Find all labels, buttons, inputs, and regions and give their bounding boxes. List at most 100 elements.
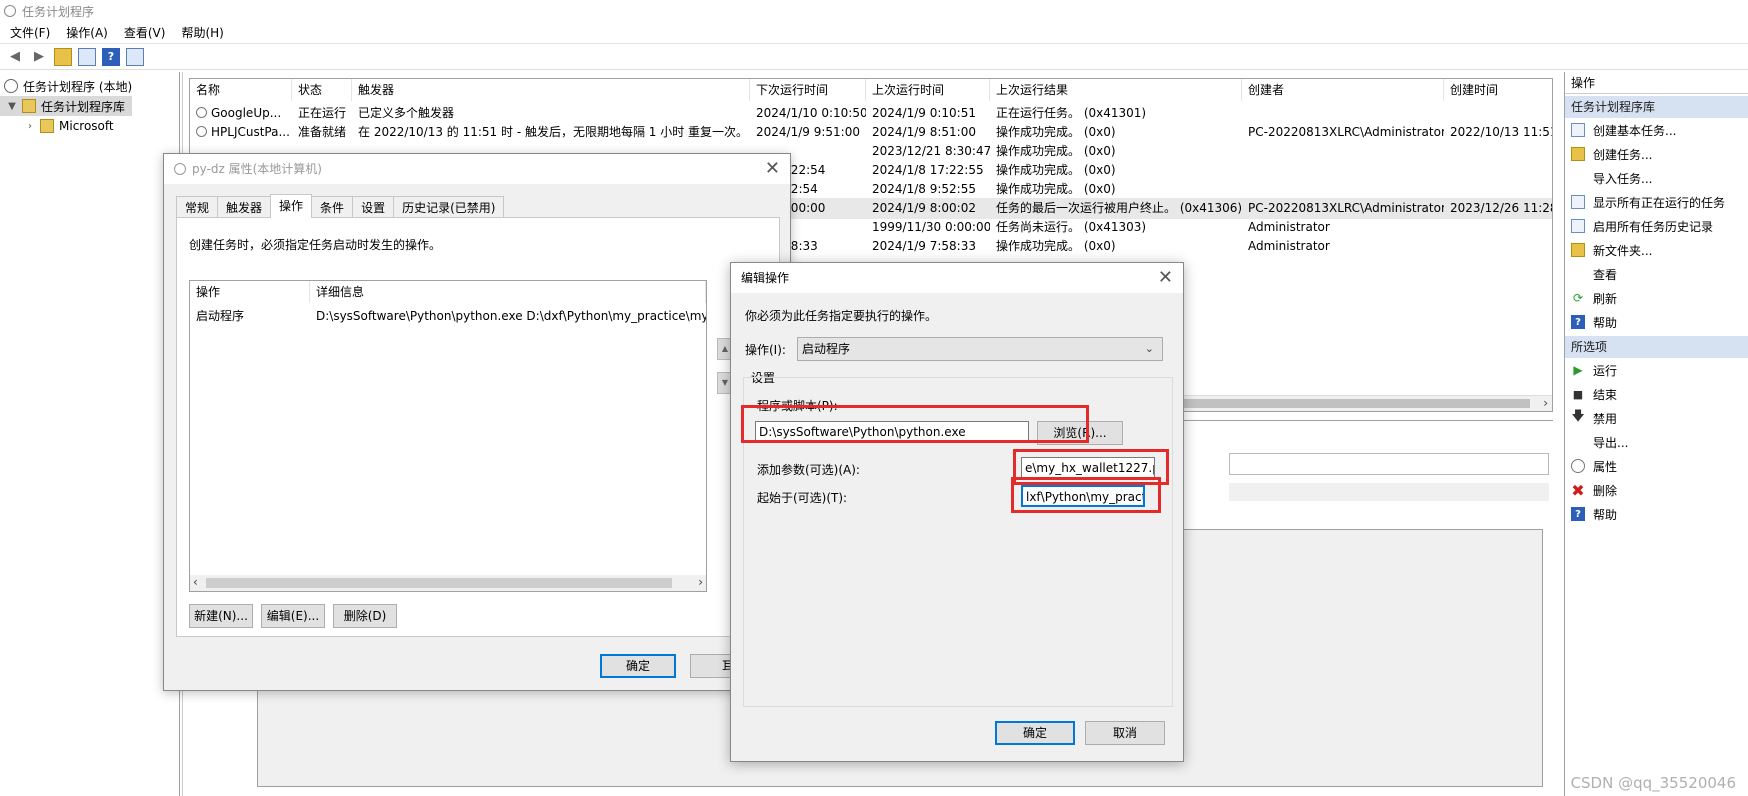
tab-general[interactable]: 常规 [176, 196, 219, 218]
col-next-run[interactable]: 下次运行时间 [750, 79, 866, 101]
table-cell-text: 操作成功完成。 (0x0) [996, 239, 1116, 253]
help-icon: ? [1571, 315, 1585, 329]
action-end[interactable]: ■ 结束 [1565, 382, 1748, 406]
list-item[interactable]: 启动程序 D:\sysSoftware\Python\python.exe D:… [190, 305, 706, 327]
action-view[interactable]: 查看 [1565, 262, 1748, 286]
action-help[interactable]: ? 帮助 [1565, 310, 1748, 334]
action-delete[interactable]: ✖ 删除 [1565, 478, 1748, 502]
task-clock-icon [196, 126, 207, 137]
tab-settings[interactable]: 设置 [352, 196, 395, 218]
table-cell [1444, 236, 1552, 257]
table-cell: 2024/1/9 8:51:00 [866, 122, 990, 143]
clock-icon [174, 163, 186, 175]
table-cell-text: 任务尚未运行。 (0x41303) [996, 220, 1147, 234]
tree-root[interactable]: 任务计划程序 (本地) [0, 76, 179, 96]
action-properties[interactable]: 属性 [1565, 454, 1748, 478]
col-action[interactable]: 操作 [190, 281, 310, 303]
table-cell: HPLJCustPa... [190, 122, 292, 143]
action-new-folder[interactable]: 新文件夹... [1565, 238, 1748, 262]
back-arrow-icon[interactable]: ◀ [6, 48, 24, 66]
action-refresh[interactable]: ⟳ 刷新 [1565, 286, 1748, 310]
tab-conditions[interactable]: 条件 [311, 196, 354, 218]
menu-file[interactable]: 文件(F) [10, 24, 50, 41]
list-scrollbar[interactable]: ‹ › [190, 575, 706, 591]
col-created[interactable]: 创建时间 [1444, 79, 1552, 101]
chevron-down-icon[interactable]: ▼ [6, 101, 18, 112]
actions-section-library[interactable]: 任务计划程序库 [1565, 96, 1748, 118]
action-disable[interactable]: 🡇 禁用 [1565, 406, 1748, 430]
action-label: 导出... [1593, 435, 1629, 450]
action-type: 启动程序 [196, 309, 245, 323]
scrollbar-thumb[interactable] [206, 578, 672, 588]
close-icon[interactable]: ✕ [765, 158, 780, 179]
show-hide-tree-icon[interactable] [78, 47, 96, 66]
table-cell [1444, 217, 1552, 238]
delete-x-icon: ✖ [1571, 480, 1585, 500]
actions-section-selected[interactable]: 所选项 [1565, 336, 1748, 358]
table-cell-text: 2023/12/26 11:28:3 [1450, 201, 1552, 215]
chevron-left-icon[interactable]: ‹ [193, 575, 198, 589]
args-label: 添加参数(可选)(A): [757, 463, 860, 477]
delete-action-button[interactable]: 删除(D) [333, 604, 397, 628]
action-select[interactable]: 启动程序 ⌄ [797, 337, 1163, 361]
clock-icon [4, 79, 18, 93]
table-cell-text: 2024/1/10 0:10:50 [756, 106, 866, 120]
actions-description: 创建任务时，必须指定任务启动时发生的操作。 [189, 238, 442, 252]
table-cell-text: 操作成功完成。 (0x0) [996, 144, 1116, 158]
up-folder-icon[interactable] [54, 47, 72, 66]
table-cell: 2024/1/9 0:10:51 [866, 103, 990, 124]
tree-library[interactable]: ▼ 任务计划程序库 [0, 96, 132, 116]
ok-button[interactable]: 确定 [995, 721, 1075, 745]
menu-help[interactable]: 帮助(H) [181, 24, 223, 41]
table-row[interactable]: GoogleUp... 正在运行 已定义多个触发器 2024/1/10 0:10:50… [190, 103, 1552, 124]
actions-tab-body: 创建任务时，必须指定任务启动时发生的操作。 操作 详细信息 启动程序 D:\sy… [176, 217, 780, 637]
chevron-right-icon[interactable]: › [24, 121, 36, 132]
task-properties-dialog: py-dz 属性(本地计算机) ✕ 常规 触发器 操作 条件 设置 历史记录(已… [163, 153, 791, 691]
menu-view[interactable]: 查看(V) [124, 24, 166, 41]
col-status[interactable]: 状态 [292, 79, 352, 101]
tab-actions[interactable]: 操作 [270, 194, 313, 218]
table-cell: 2023/12/21 8:30:47 [866, 141, 990, 162]
col-trigger[interactable]: 触发器 [352, 79, 750, 101]
table-cell-text: 已定义多个触发器 [358, 106, 455, 120]
col-name[interactable]: 名称 [190, 79, 292, 101]
table-cell-text: HPLJCustPa... [211, 125, 290, 139]
action-create-basic-task[interactable]: 创建基本任务... [1565, 118, 1748, 142]
action-export[interactable]: 导出... [1565, 430, 1748, 454]
help-icon[interactable]: ? [102, 47, 120, 66]
table-cell: Administrator [1242, 236, 1444, 257]
col-details[interactable]: 详细信息 [310, 281, 706, 303]
action-create-task[interactable]: 创建任务... [1565, 142, 1748, 166]
action-show-running[interactable]: 显示所有正在运行的任务 [1565, 190, 1748, 214]
tab-history[interactable]: 历史记录(已禁用) [393, 196, 505, 218]
forward-arrow-icon[interactable]: ▶ [30, 48, 48, 66]
watermark: CSDN @qq_35520046 [1570, 774, 1736, 792]
tab-triggers[interactable]: 触发器 [217, 196, 272, 218]
table-row[interactable]: HPLJCustPa... 准备就绪在 2022/10/13 的 11:51 时 … [190, 122, 1552, 143]
menu-action[interactable]: 操作(A) [66, 24, 108, 41]
chevron-right-icon[interactable]: › [1543, 396, 1548, 410]
action-label: 创建任务... [1593, 147, 1653, 162]
action-run[interactable]: ▶ 运行 [1565, 358, 1748, 382]
ok-button[interactable]: 确定 [600, 654, 676, 678]
tree-library-label: 任务计划程序库 [41, 99, 126, 114]
cancel-button[interactable]: 取消 [1085, 721, 1165, 745]
table-cell-text: 操作成功完成。 (0x0) [996, 182, 1116, 196]
col-last-result[interactable]: 上次运行结果 [990, 79, 1242, 101]
table-cell: 2024/1/8 17:22:55 [866, 160, 990, 181]
action-enable-history[interactable]: 启用所有任务历史记录 [1565, 214, 1748, 238]
action-import-task[interactable]: 导入任务... [1565, 166, 1748, 190]
table-cell [1242, 141, 1444, 162]
edit-action-button[interactable]: 编辑(E)... [261, 604, 325, 628]
chevron-right-icon[interactable]: › [698, 575, 703, 589]
table-cell: 已定义多个触发器 [352, 103, 750, 124]
table-cell-text: 2024/1/9 7:58:33 [872, 239, 976, 253]
show-hide-action-pane-icon[interactable] [126, 47, 144, 66]
tree-microsoft[interactable]: › Microsoft [0, 116, 179, 136]
action-help-selected[interactable]: ? 帮助 [1565, 502, 1748, 526]
new-action-button[interactable]: 新建(N)... [189, 604, 253, 628]
close-icon[interactable]: ✕ [1158, 267, 1173, 288]
col-author[interactable]: 创建者 [1242, 79, 1444, 101]
properties-icon [1571, 459, 1585, 473]
col-last-run[interactable]: 上次运行时间 [866, 79, 990, 101]
